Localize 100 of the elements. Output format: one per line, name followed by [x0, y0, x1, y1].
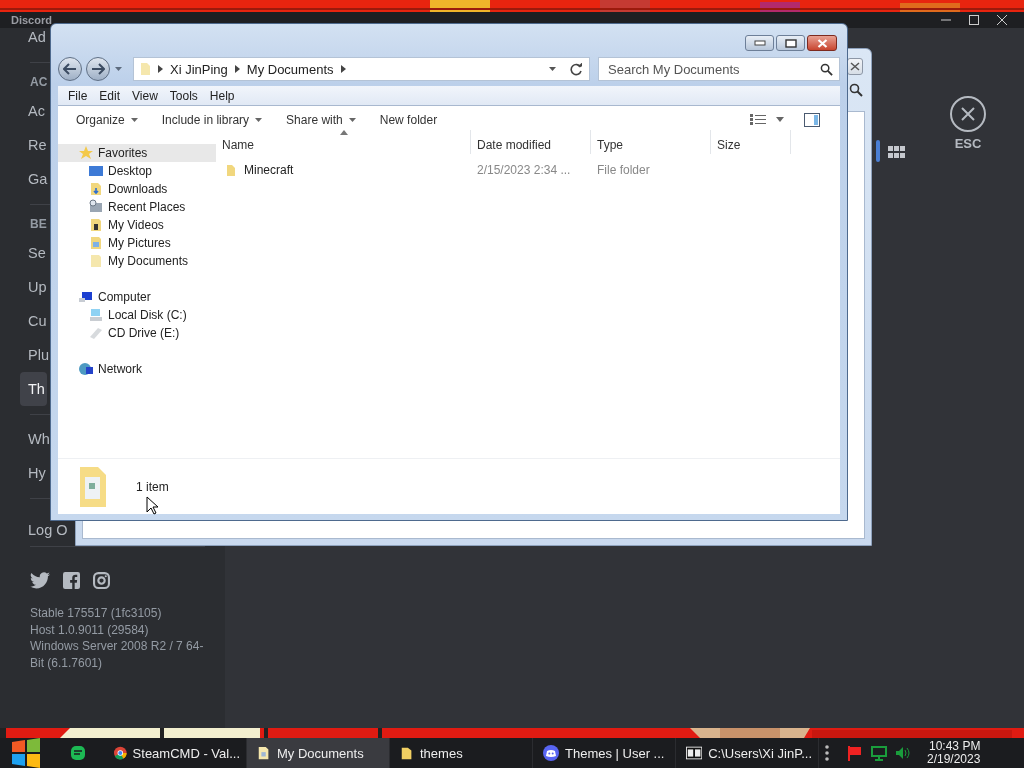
chevron-icon[interactable]	[340, 65, 346, 73]
bird-icon[interactable]	[30, 572, 50, 589]
nav-item[interactable]: Local Disk (C:)	[58, 306, 216, 324]
clock-date[interactable]: 2/19/2023	[927, 753, 981, 766]
pictures-icon	[88, 235, 104, 251]
taskbar-item[interactable]: My Documents	[247, 738, 390, 768]
version-text: Windows Server 2008 R2 / 7 64-Bit (6.1.7601)	[30, 638, 205, 671]
date-cell-text: 2/15/2023 2:34 ...	[476, 163, 572, 177]
nav-item[interactable]: Recent Places	[58, 198, 216, 216]
downloads-icon	[88, 181, 104, 197]
refresh-icon[interactable]	[570, 62, 583, 76]
close-button[interactable]	[950, 96, 986, 132]
nav-item[interactable]: My Documents	[58, 252, 216, 270]
settings-item[interactable]: Wh	[20, 422, 52, 456]
list-view-icon[interactable]	[750, 113, 766, 126]
close-button[interactable]	[807, 35, 837, 51]
menu-item[interactable]: Help	[203, 88, 241, 103]
caret-icon[interactable]	[776, 117, 784, 122]
folder-icon	[140, 62, 151, 76]
document-icon	[257, 745, 271, 761]
computer-icon	[78, 289, 94, 305]
videos-icon	[88, 217, 104, 233]
network-icon	[78, 361, 94, 377]
browser-icon	[114, 745, 127, 761]
settings-item[interactable]: Ad	[20, 28, 48, 54]
close-icon	[960, 106, 976, 122]
nav-item[interactable]: Favorites	[58, 144, 216, 162]
settings-item[interactable]: Cu	[20, 304, 49, 338]
monitor-icon[interactable]	[871, 745, 887, 761]
breadcrumb[interactable]: Xi JinPing	[170, 61, 228, 77]
chevron-icon	[234, 65, 240, 73]
facebook-icon[interactable]	[63, 572, 80, 589]
settings-item[interactable]: Re	[20, 128, 49, 162]
search-icon	[849, 83, 863, 97]
chevron-icon	[158, 65, 163, 73]
toolbar-button[interactable]: Organize	[68, 112, 154, 127]
toolbar-button[interactable]: Share with	[278, 112, 372, 127]
nav-item[interactable]: My Videos	[58, 216, 216, 234]
column-header[interactable]: Date modified	[471, 130, 591, 154]
nav-item[interactable]: Computer	[58, 288, 216, 306]
folder-icon	[400, 745, 414, 761]
preview-pane-icon[interactable]	[804, 112, 820, 127]
settings-item[interactable]: Hy	[20, 456, 48, 490]
toolbar-button[interactable]: Include in library	[153, 112, 279, 127]
maximize-icon[interactable]	[968, 14, 980, 26]
type-cell-text: File folder	[596, 163, 651, 177]
back-button[interactable]	[58, 57, 82, 81]
close-icon[interactable]	[996, 14, 1008, 26]
settings-item[interactable]: Up	[20, 270, 49, 304]
speaker-icon[interactable]	[895, 746, 911, 760]
close-icon	[850, 62, 860, 71]
disk-icon	[88, 307, 104, 323]
taskbar-item[interactable]: Themes | User ...	[533, 738, 676, 768]
column-header[interactable]: Type	[591, 130, 711, 154]
grid-icon[interactable]	[888, 145, 906, 159]
caret-icon[interactable]	[548, 66, 557, 72]
nav-item[interactable]: CD Drive (E:)	[58, 324, 216, 342]
settings-item[interactable]: Se	[20, 236, 48, 270]
address-bar[interactable]: Xi JinPing My Documents	[133, 57, 590, 81]
menu-item[interactable]: Tools	[163, 88, 204, 103]
desktop-icon	[88, 163, 104, 179]
forward-arrow-icon	[91, 63, 105, 75]
clock-time[interactable]: 10:43 PM	[929, 740, 981, 753]
scroll-indicator	[876, 140, 880, 162]
version-text: Stable 175517 (1fc3105)	[30, 605, 163, 622]
settings-item[interactable]: Log O	[20, 522, 70, 538]
section-header: AC	[30, 74, 48, 91]
maximize-icon	[784, 38, 797, 48]
more-icon[interactable]	[825, 745, 829, 761]
menu-item[interactable]: File	[62, 88, 94, 103]
settings-item[interactable]: Th	[20, 372, 47, 406]
maximize-button[interactable]	[776, 35, 805, 51]
column-header[interactable]: Size	[711, 130, 791, 154]
forward-button[interactable]	[86, 57, 110, 81]
nav-item[interactable]: Network	[58, 360, 216, 378]
nav-item[interactable]: My Pictures	[58, 234, 216, 252]
minimize-button[interactable]	[745, 35, 774, 51]
flag-icon[interactable]	[847, 745, 863, 761]
column-header[interactable]: Name	[216, 130, 471, 154]
section-header: BE	[30, 216, 47, 233]
caret-icon[interactable]	[114, 66, 123, 72]
search-field[interactable]: Search My Documents	[598, 57, 840, 81]
back-arrow-icon	[63, 63, 77, 75]
chat-bubble-icon	[543, 745, 559, 761]
chat-icon[interactable]	[70, 745, 86, 761]
toolbar-button[interactable]: New folder	[371, 112, 454, 127]
camera-icon[interactable]	[93, 572, 110, 589]
file-name[interactable]: Minecraft	[216, 163, 471, 177]
breadcrumb[interactable]: My Documents	[246, 61, 334, 77]
settings-item[interactable]: Ga	[20, 162, 50, 196]
taskbar-item[interactable]: C:\Users\Xi JinP...	[676, 738, 819, 768]
taskbar-item[interactable]: themes	[390, 738, 533, 768]
menu-item[interactable]: View	[126, 88, 164, 103]
documents-icon	[88, 253, 104, 269]
settings-item[interactable]: Plu	[20, 338, 51, 372]
item-count: 1 item	[136, 479, 169, 494]
nav-item[interactable]: Desktop	[58, 162, 216, 180]
nav-item[interactable]: Downloads	[58, 180, 216, 198]
menu-item[interactable]: Edit	[93, 88, 127, 103]
settings-item[interactable]: Ac	[20, 94, 47, 128]
